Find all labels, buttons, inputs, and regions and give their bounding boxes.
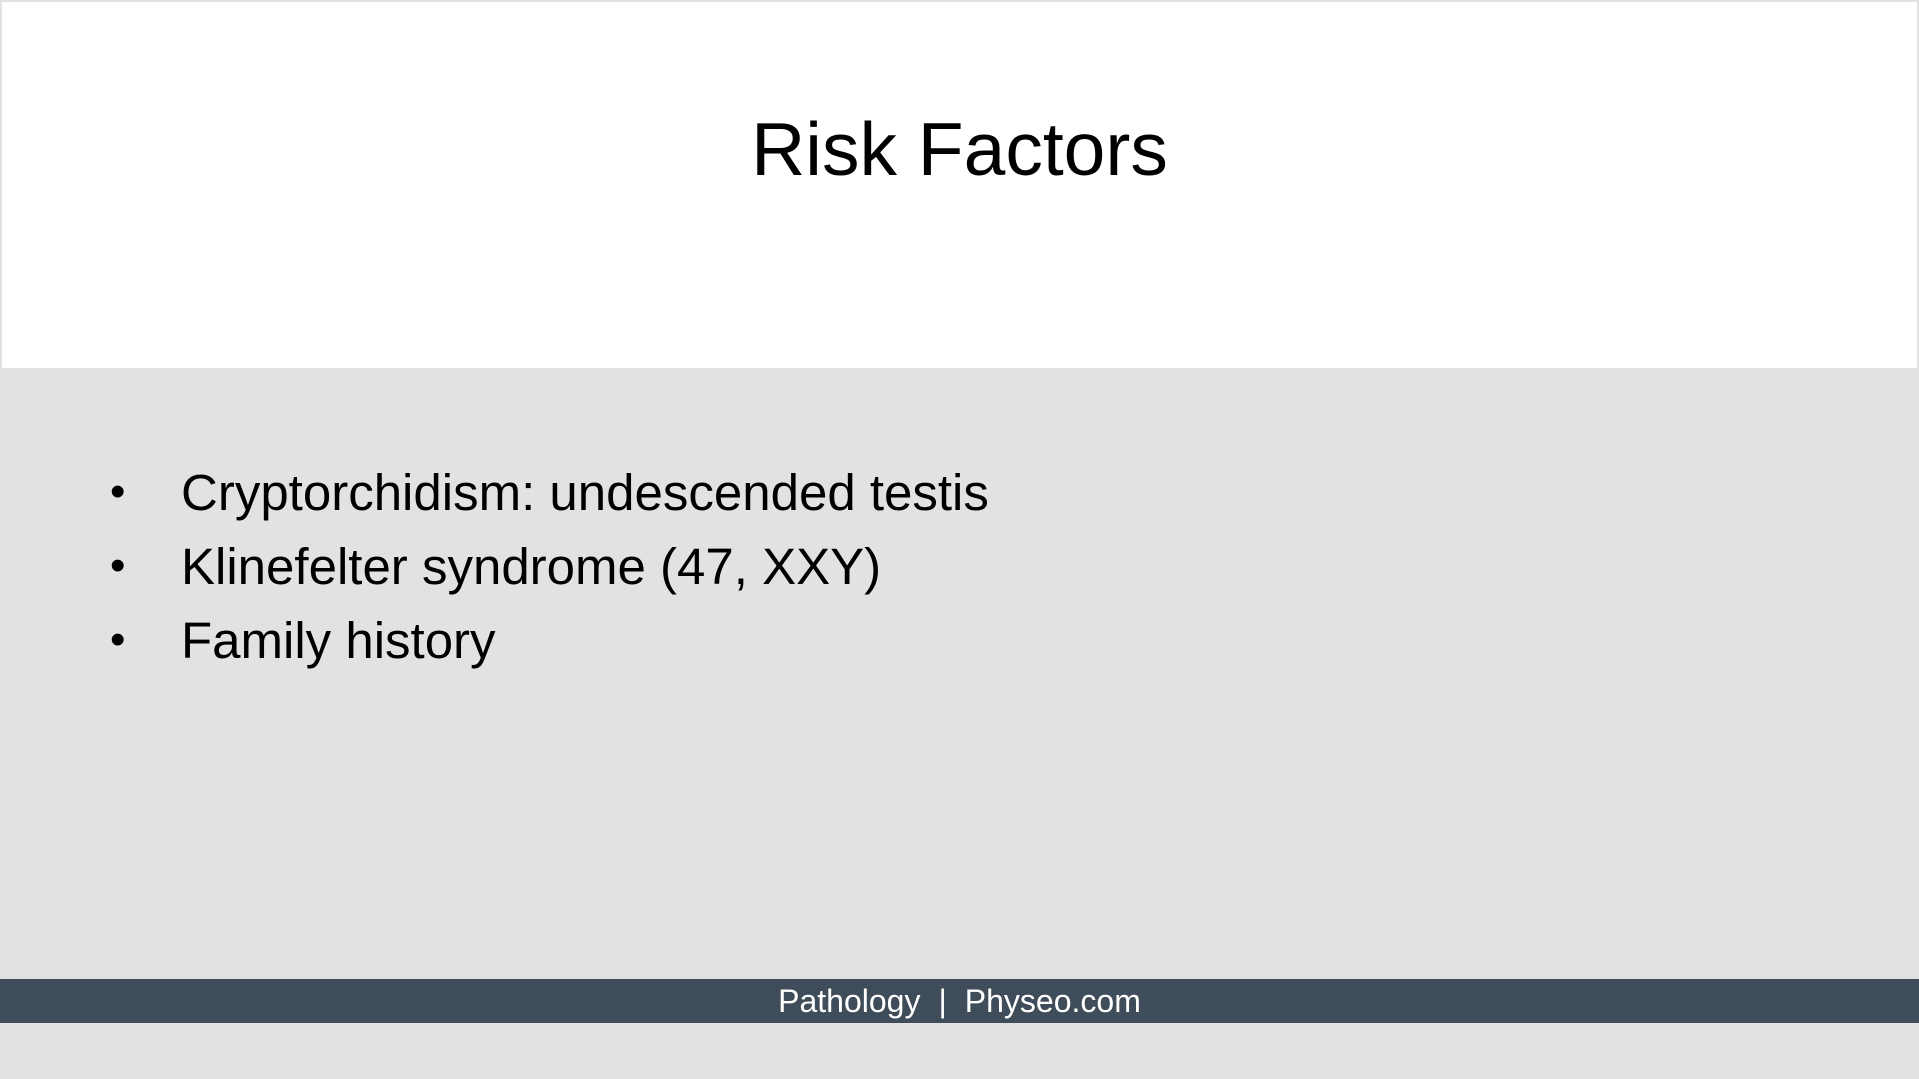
slide: Risk Factors • Cryptorchidism: undescend… bbox=[0, 0, 1919, 1079]
footer-site: Physeo.com bbox=[964, 982, 1141, 1019]
bullet-item: • Klinefelter syndrome (47, XXY) bbox=[110, 529, 989, 603]
bullet-text: Family history bbox=[181, 611, 496, 669]
bullet-item: • Family history bbox=[110, 603, 989, 677]
bullet-text: Cryptorchidism: undescended testis bbox=[181, 463, 989, 521]
title-box: Risk Factors bbox=[0, 0, 1919, 370]
footer-bar: Pathology | Physeo.com bbox=[0, 979, 1919, 1023]
bullet-text: Klinefelter syndrome (47, XXY) bbox=[181, 537, 882, 595]
slide-title: Risk Factors bbox=[751, 107, 1168, 191]
footer-separator: | bbox=[938, 982, 947, 1019]
bullet-list: • Cryptorchidism: undescended testis • K… bbox=[110, 455, 989, 677]
footer-subject: Pathology bbox=[778, 982, 921, 1019]
bullet-dot-icon: • bbox=[110, 467, 126, 516]
bullet-dot-icon: • bbox=[110, 541, 126, 590]
bullet-item: • Cryptorchidism: undescended testis bbox=[110, 455, 989, 529]
bullet-dot-icon: • bbox=[110, 615, 126, 664]
